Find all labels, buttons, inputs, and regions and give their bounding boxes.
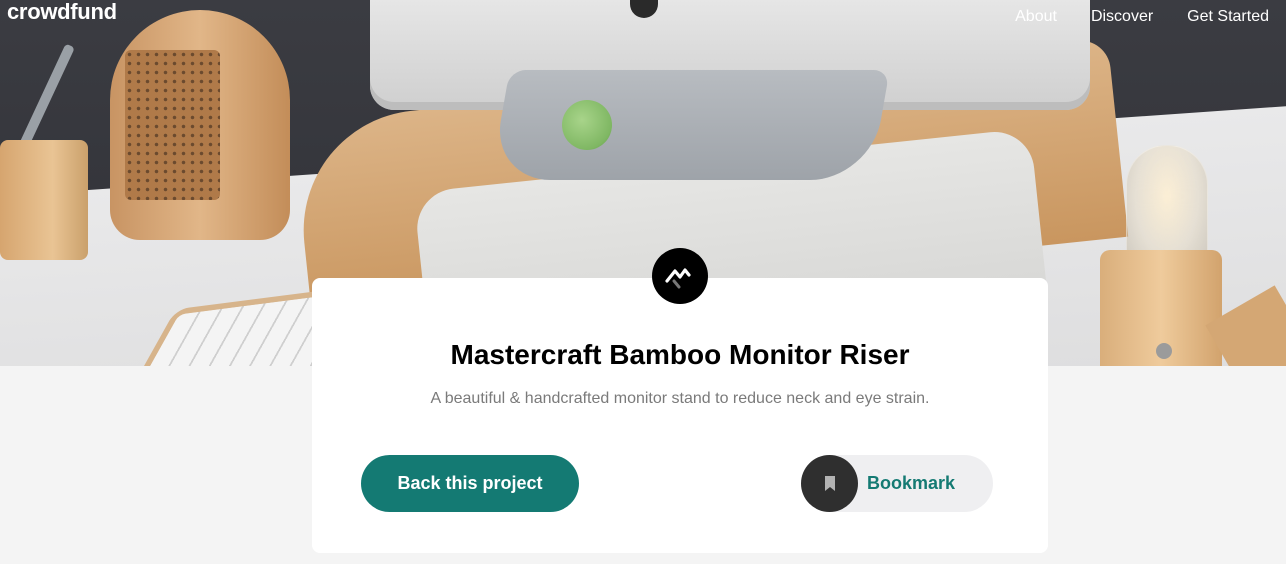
bookmark-icon bbox=[824, 475, 835, 491]
lamp-knob bbox=[1156, 343, 1172, 359]
monitor-stand bbox=[490, 70, 890, 180]
nav-get-started[interactable]: Get Started bbox=[1187, 8, 1269, 26]
nav-discover[interactable]: Discover bbox=[1091, 8, 1153, 26]
main-nav: About Discover Get Started bbox=[1015, 8, 1269, 26]
bookmark-icon-circle bbox=[801, 455, 858, 512]
back-project-button[interactable]: Back this project bbox=[361, 455, 579, 512]
pencil-cup bbox=[0, 140, 88, 260]
project-description: A beautiful & handcrafted monitor stand … bbox=[430, 390, 930, 407]
bookmark-label: Bookmark bbox=[867, 473, 956, 493]
speaker-grille bbox=[125, 50, 220, 200]
bookmark-button[interactable]: Bookmark bbox=[801, 455, 993, 512]
mastercraft-logo-icon bbox=[652, 248, 708, 304]
site-logo[interactable]: crowdfund bbox=[7, 0, 117, 25]
project-title: Mastercraft Bamboo Monitor Riser bbox=[450, 339, 910, 370]
nav-about[interactable]: About bbox=[1015, 8, 1057, 26]
green-figurine bbox=[562, 100, 612, 150]
